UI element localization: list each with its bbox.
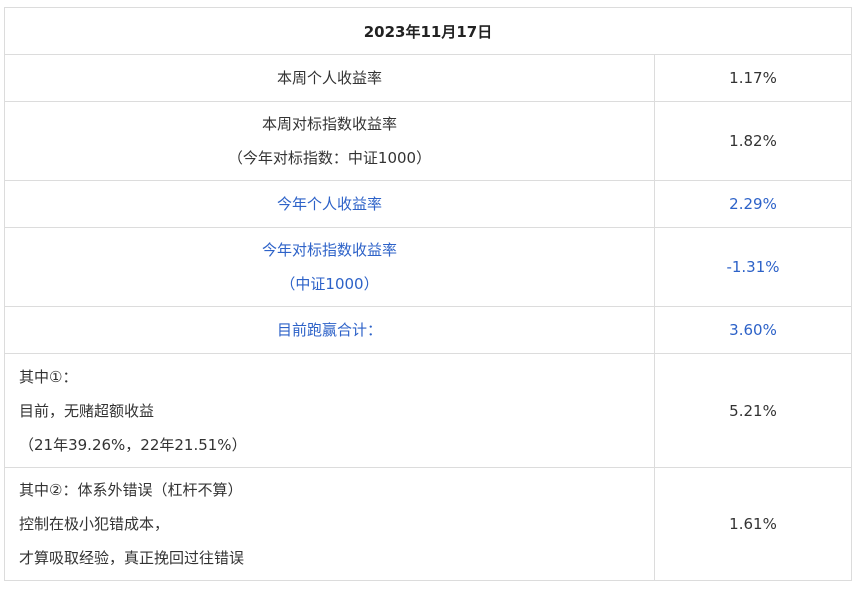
row-label-line: 其中①： xyxy=(19,367,78,386)
table-row-weekly-return: 本周个人收益率 1.17% xyxy=(4,54,852,102)
row-label-line: 才算吸取经验，真正挽回过往错误 xyxy=(19,549,245,567)
table-title-row: 2023年11月17日 xyxy=(4,7,852,55)
row-label-line: 今年个人收益率 xyxy=(276,195,382,213)
row-label: 目前跑赢合计： xyxy=(4,306,655,354)
row-label-line: 目前跑赢合计： xyxy=(276,321,382,339)
table-row-outperformance-total: 目前跑赢合计： 3.60% xyxy=(4,306,852,354)
row-label: 本周个人收益率 xyxy=(4,54,655,102)
row-value: 5.21% xyxy=(654,353,852,468)
table-row-weekly-benchmark: 本周对标指数收益率 （今年对标指数：中证1000） 1.82% xyxy=(4,101,852,181)
row-label-line: 本周个人收益率 xyxy=(276,69,382,87)
row-label-line: （中证1000） xyxy=(280,275,379,293)
row-label-line: （今年对标指数：中证1000） xyxy=(227,149,432,167)
row-value: 1.82% xyxy=(654,101,852,181)
row-label: 今年个人收益率 xyxy=(4,180,655,228)
table-row-ytd-return: 今年个人收益率 2.29% xyxy=(4,180,852,228)
row-value: 3.60% xyxy=(654,306,852,354)
row-value: 2.29% xyxy=(654,180,852,228)
row-label-line: 控制在极小犯错成本， xyxy=(19,515,170,533)
table-title: 2023年11月17日 xyxy=(4,7,852,55)
row-value: 1.61% xyxy=(654,467,852,581)
row-label-line: 其中②：体系外错误（杠杆不算） xyxy=(19,481,243,499)
row-label: 其中①： 目前，无赌超额收益 （21年39.26%，22年21.51%） xyxy=(4,353,655,468)
row-label-line: （21年39.26%，22年21.51%） xyxy=(19,435,247,454)
row-label: 其中②：体系外错误（杠杆不算） 控制在极小犯错成本， 才算吸取经验，真正挽回过往… xyxy=(4,467,655,581)
row-label-line: 本周对标指数收益率 xyxy=(261,115,397,133)
row-label: 今年对标指数收益率 （中证1000） xyxy=(4,227,655,307)
row-value: 1.17% xyxy=(654,54,852,102)
table-row-excess-return: 其中①： 目前，无赌超额收益 （21年39.26%，22年21.51%） 5.2… xyxy=(4,353,852,468)
row-value: -1.31% xyxy=(654,227,852,307)
row-label-line: 目前，无赌超额收益 xyxy=(19,401,155,420)
row-label-line: 今年对标指数收益率 xyxy=(261,241,397,259)
returns-table: 2023年11月17日 本周个人收益率 1.17% 本周对标指数收益率 （今年对… xyxy=(4,7,852,581)
row-label: 本周对标指数收益率 （今年对标指数：中证1000） xyxy=(4,101,655,181)
table-row-ytd-benchmark: 今年对标指数收益率 （中证1000） -1.31% xyxy=(4,227,852,307)
table-row-error-recovery: 其中②：体系外错误（杠杆不算） 控制在极小犯错成本， 才算吸取经验，真正挽回过往… xyxy=(4,467,852,581)
